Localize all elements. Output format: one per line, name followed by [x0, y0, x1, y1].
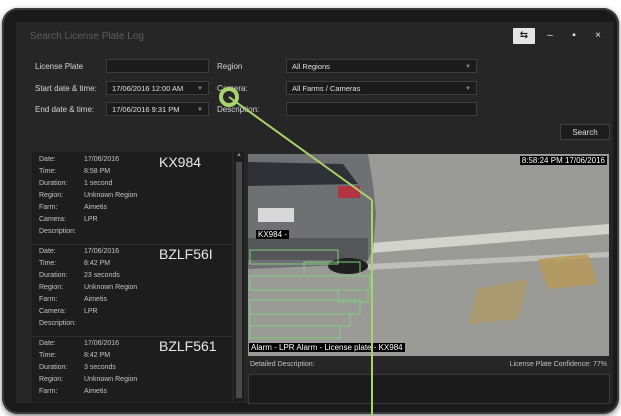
callout-pointer	[219, 87, 373, 416]
